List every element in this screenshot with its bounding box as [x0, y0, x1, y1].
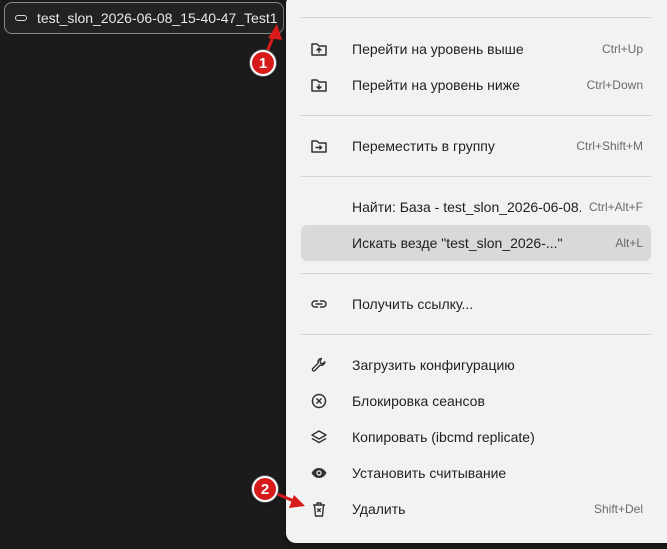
annotation-badge-2: 2	[252, 476, 278, 502]
annotation-badge-1: 1	[250, 50, 276, 76]
annotation-arrows	[261, 24, 305, 508]
annotation-arrowhead-1	[268, 24, 282, 40]
